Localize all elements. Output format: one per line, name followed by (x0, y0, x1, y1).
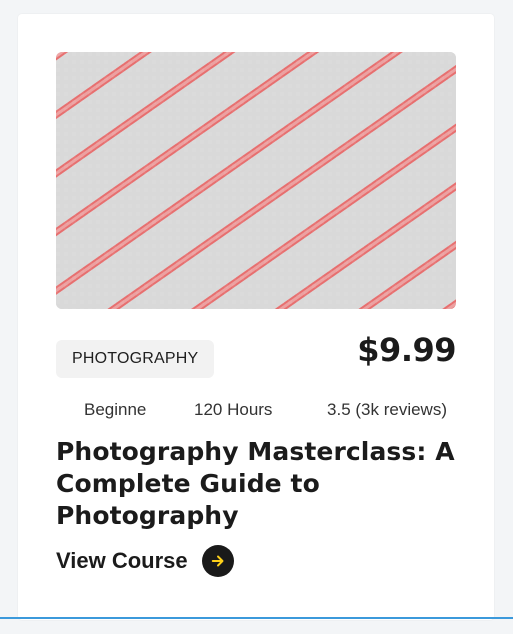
arrow-right-icon (201, 545, 234, 577)
course-level: Beginne (84, 400, 147, 419)
course-rating: 3.5 (3k reviews) (327, 400, 447, 419)
view-course-label: View Course (56, 548, 188, 573)
course-card: PHOTOGRAPHY $9.99 Beginne 120 Hours 3.5 … (18, 14, 494, 620)
category-badge[interactable]: PHOTOGRAPHY (56, 340, 215, 378)
bottom-divider (0, 617, 513, 619)
course-page: PHOTOGRAPHY $9.99 Beginne 120 Hours 3.5 … (0, 0, 513, 634)
course-meta-top: PHOTOGRAPHY $9.99 (56, 334, 456, 378)
course-price: $9.99 (357, 331, 456, 369)
course-thumbnail (56, 52, 456, 309)
view-course-link[interactable]: View Course (56, 545, 234, 577)
course-title[interactable]: Photography Masterclass: A Complete Guid… (56, 436, 466, 532)
course-hours: 120 Hours (194, 400, 273, 419)
course-stats: Beginne 120 Hours 3.5 (3k reviews) (56, 400, 456, 424)
image-placeholder-icon (56, 52, 456, 309)
